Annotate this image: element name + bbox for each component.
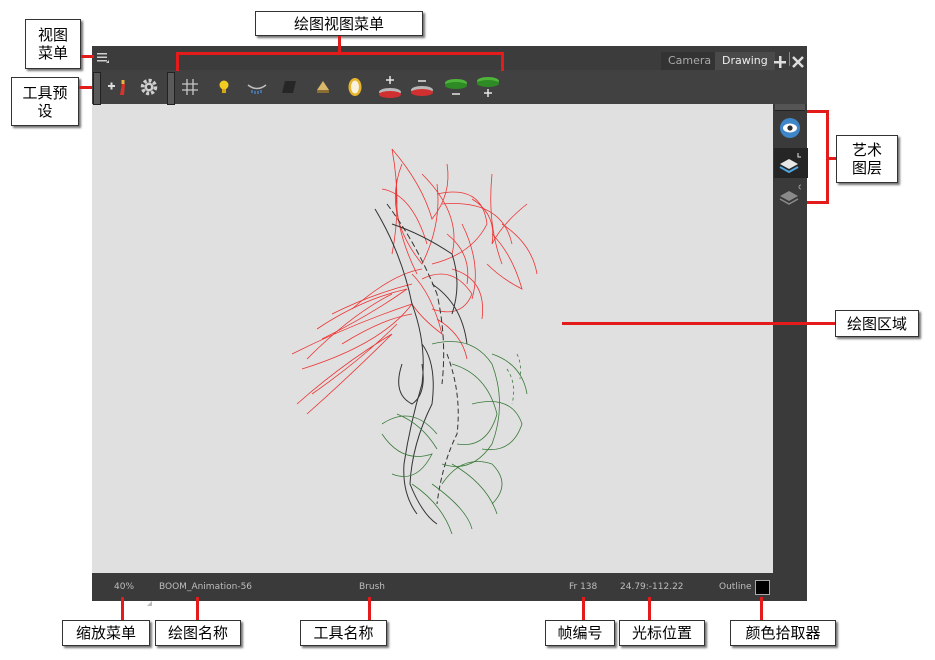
add-previous-icon[interactable]	[377, 74, 403, 100]
callout-line	[79, 86, 92, 89]
tab-drawing[interactable]: Drawing	[715, 52, 775, 70]
toolbar-handle[interactable]	[93, 72, 101, 105]
panel-handle[interactable]	[775, 104, 805, 111]
callout-line	[368, 597, 371, 621]
callout-view-menu: 视图 菜单	[25, 19, 81, 69]
close-icon[interactable]	[792, 53, 804, 68]
colour-art-layer-icon[interactable]	[774, 182, 808, 206]
toolbar-handle[interactable]	[167, 72, 175, 105]
callout-drawing-name-text: 绘图名称	[167, 624, 228, 642]
light-table-icon[interactable]	[314, 78, 332, 96]
add-next-icon[interactable]	[475, 74, 501, 100]
frame-number: Fr 138	[569, 582, 598, 592]
callout-frame-number-text: 帧编号	[557, 624, 603, 642]
callout-line	[826, 157, 836, 160]
callout-color-picker: 颜色拾取器	[730, 620, 836, 646]
callout-line	[81, 55, 94, 58]
callout-drawing-name: 绘图名称	[155, 620, 241, 646]
callout-drawing-view-menu: 绘图视图菜单	[255, 11, 423, 36]
callout-line	[338, 36, 341, 53]
callout-color-picker-text: 颜色拾取器	[745, 624, 821, 642]
zoom-menu-arrow-icon[interactable]	[147, 591, 152, 606]
callout-view-menu-text: 视图 菜单	[37, 26, 68, 62]
callout-cursor-position-text: 光标位置	[631, 624, 692, 642]
callout-line	[562, 322, 835, 325]
callout-line	[196, 597, 199, 621]
callout-frame-number: 帧编号	[545, 620, 615, 646]
grid-icon[interactable]	[181, 78, 199, 96]
callout-bracket	[176, 52, 179, 71]
callout-tool-presets: 工具预 设	[11, 77, 79, 126]
callout-zoom-menu: 缩放菜单	[62, 620, 150, 646]
callout-bracket	[176, 52, 504, 55]
tab-camera[interactable]: Camera	[661, 52, 719, 70]
outline-label: Outline	[719, 582, 752, 592]
callout-line	[648, 597, 651, 621]
drawing-name: BOOM_Animation-56	[159, 582, 253, 592]
bulb-icon[interactable]	[216, 78, 232, 96]
tool-name: Brush	[359, 582, 385, 592]
callout-tool-name-text: 工具名称	[313, 624, 374, 642]
eye-icon[interactable]	[777, 116, 803, 140]
red-sketch-lines	[291, 148, 538, 415]
line-art-layer-icon[interactable]	[774, 148, 808, 178]
mirror-icon[interactable]	[346, 75, 364, 99]
callout-art-layers: 艺术 图层	[836, 135, 898, 183]
gear-icon[interactable]	[139, 77, 159, 97]
color-picker-swatch[interactable]	[755, 580, 770, 595]
callout-zoom-menu-text: 缩放菜单	[75, 624, 136, 642]
callout-tool-presets-text: 工具预 设	[22, 83, 68, 120]
callout-art-layers-text: 艺术 图层	[851, 141, 882, 177]
shade-icon[interactable]	[280, 79, 298, 95]
callout-drawing-area: 绘图区域	[835, 310, 919, 337]
tool-preset-icon[interactable]	[106, 76, 128, 98]
callout-line	[121, 597, 124, 621]
plus-icon[interactable]	[774, 53, 786, 68]
hamburger-menu-icon[interactable]	[96, 50, 110, 64]
callout-line	[760, 597, 763, 621]
cursor-position: 24.79:-112.22	[620, 582, 684, 592]
callout-tool-name: 工具名称	[300, 620, 387, 646]
callout-drawing-view-menu-text: 绘图视图菜单	[293, 14, 384, 33]
callout-drawing-area-text: 绘图区域	[846, 314, 907, 333]
onion-skin-icon[interactable]	[246, 80, 268, 96]
remove-previous-icon[interactable]	[409, 74, 435, 100]
callout-line	[582, 597, 585, 621]
separator	[789, 52, 790, 66]
remove-next-icon[interactable]	[443, 74, 469, 100]
character-drawing	[291, 148, 538, 535]
callout-bracket	[501, 52, 504, 71]
zoom-menu[interactable]: 40%	[114, 582, 134, 592]
callout-cursor-position: 光标位置	[619, 620, 705, 646]
green-sketch-lines	[381, 341, 528, 535]
